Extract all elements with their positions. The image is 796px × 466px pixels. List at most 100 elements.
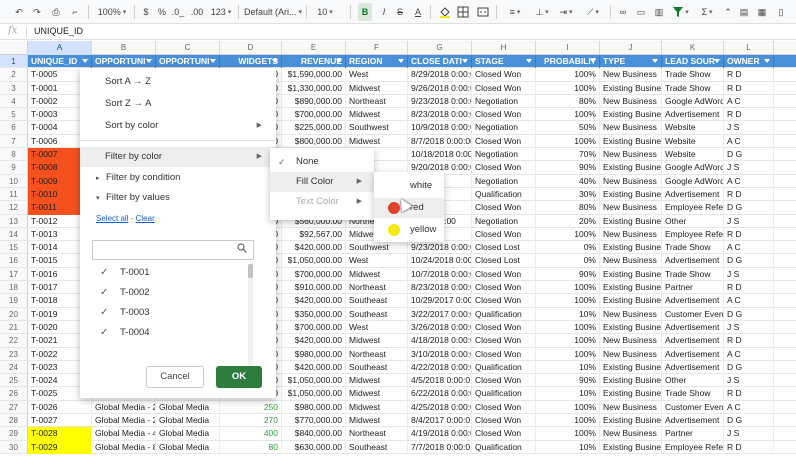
sort-by-color-item[interactable]: Sort by color ▶ <box>80 116 276 136</box>
table-cell[interactable]: 70% <box>536 148 600 162</box>
row-number[interactable]: 16 <box>0 254 28 268</box>
row-number[interactable]: 30 <box>0 440 28 454</box>
zoom-select[interactable]: 100% <box>94 3 130 21</box>
table-cell[interactable]: 100% <box>536 81 600 95</box>
text-rotation-icon[interactable]: ⟋ <box>582 3 604 21</box>
table-cell[interactable]: New Business <box>600 347 662 361</box>
table-cell[interactable]: Closed Lost <box>472 241 536 255</box>
table-cell[interactable]: Closed Won <box>472 68 536 82</box>
table-cell[interactable]: Advertisement <box>662 334 724 348</box>
table-cell[interactable]: $980,000.00 <box>282 347 346 361</box>
table-cell[interactable]: Negotiation <box>472 214 536 228</box>
table-cell[interactable]: Existing Busines <box>600 267 662 282</box>
table-cell[interactable]: New Business <box>600 227 662 242</box>
fill-color-icon[interactable] <box>438 3 452 21</box>
table-cell[interactable]: Advertisement <box>662 294 724 308</box>
table-cell[interactable]: 10% <box>536 440 600 454</box>
sort-z-a-item[interactable]: Sort Z → A <box>80 94 276 114</box>
sort-a-z-item[interactable]: Sort A → Z <box>80 72 276 92</box>
table-cell[interactable]: J S <box>724 121 774 135</box>
table-cell[interactable]: New Business <box>600 254 662 268</box>
row-number[interactable]: 14 <box>0 227 28 242</box>
column-letter[interactable]: F <box>346 41 408 55</box>
table-cell[interactable]: 250 <box>220 400 282 415</box>
table-cell[interactable]: 8/7/2018 0:00:00 <box>408 134 472 149</box>
table-cell[interactable]: Existing Busines <box>600 414 662 428</box>
table-cell[interactable]: Southeast <box>346 294 408 308</box>
borders-icon[interactable] <box>456 3 470 21</box>
table-cell[interactable]: 100% <box>536 427 600 441</box>
table-cell[interactable]: New Business <box>600 68 662 82</box>
table-cell[interactable]: 9/23/2018 0:00:0 <box>408 241 472 255</box>
column-letter[interactable]: J <box>600 41 662 55</box>
table-cell[interactable]: Advertisement <box>662 320 724 335</box>
table-cell[interactable]: Closed Won <box>472 427 536 441</box>
row-number[interactable]: 2 <box>0 68 28 82</box>
row-number[interactable]: 17 <box>0 267 28 282</box>
table-cell[interactable]: Qualification <box>472 187 536 202</box>
font-size-select[interactable]: 10 <box>314 3 336 21</box>
table-cell[interactable]: Partner <box>662 427 724 441</box>
table-cell[interactable]: Negotiation <box>472 121 536 135</box>
filter-value-item[interactable]: ✓ T-0002 <box>100 284 150 302</box>
table-cell[interactable]: R D <box>724 281 774 295</box>
table-cell[interactable]: T-0029 <box>28 440 92 454</box>
table-cell[interactable]: Negotiation <box>472 174 536 188</box>
table-cell[interactable]: New Business <box>600 400 662 415</box>
table-cell[interactable]: Closed Won <box>472 267 536 282</box>
table-cell[interactable]: Trade Show <box>662 267 724 282</box>
table-cell[interactable]: Closed Won <box>472 414 536 428</box>
table-cell[interactable]: Closed Won <box>472 281 536 295</box>
print-icon[interactable]: ⎙ <box>48 3 64 21</box>
horizontal-align-icon[interactable]: ≡ <box>504 3 526 21</box>
row-number[interactable]: 5 <box>0 108 28 122</box>
table-cell[interactable]: West <box>346 68 408 82</box>
table-cell[interactable]: Existing Busines <box>600 440 662 454</box>
table-cell[interactable]: 8/23/2018 0:00:0 <box>408 108 472 122</box>
table-cell[interactable]: 80% <box>536 94 600 109</box>
table-cell[interactable]: Southeast <box>346 440 408 454</box>
side-panel-icon[interactable]: ▯ <box>774 3 788 21</box>
table-cell[interactable]: Existing Busines <box>600 134 662 149</box>
table-cell[interactable]: 20% <box>536 214 600 228</box>
filter-value-item[interactable]: ✓ T-0004 <box>100 324 150 342</box>
percent-button[interactable]: % <box>156 3 168 21</box>
table-cell[interactable]: 4/19/2018 0:00:0 <box>408 427 472 441</box>
row-number[interactable]: 29 <box>0 427 28 441</box>
table-cell[interactable]: $225,000.00 <box>282 121 346 135</box>
table-cell[interactable]: Closed Won <box>472 108 536 122</box>
table-cell[interactable]: Advertisement <box>662 414 724 428</box>
table-cell[interactable]: New Business <box>600 94 662 109</box>
table-cell[interactable]: Global Media - 4 <box>92 427 156 441</box>
table-cell[interactable]: 100% <box>536 227 600 242</box>
table-cell[interactable]: New Business <box>600 121 662 135</box>
table-cell[interactable]: R D <box>724 81 774 95</box>
table-cell[interactable]: Southeast <box>346 360 408 375</box>
table-cell[interactable]: $420,000.00 <box>282 294 346 308</box>
table-cell[interactable]: Advertisement <box>662 187 724 202</box>
table-cell[interactable]: Website <box>662 148 724 162</box>
table-cell[interactable]: 10% <box>536 360 600 375</box>
table-cell[interactable]: $980,000.00 <box>282 400 346 415</box>
table-cell[interactable]: Qualification <box>472 360 536 375</box>
table-cell[interactable]: Existing Busines <box>600 281 662 295</box>
table-cell[interactable]: 100% <box>536 334 600 348</box>
row-number[interactable]: 6 <box>0 121 28 135</box>
table-cell[interactable]: New Business <box>600 427 662 441</box>
table-cell[interactable]: R D <box>724 187 774 202</box>
row-number[interactable]: 13 <box>0 214 28 228</box>
filter-values-search[interactable] <box>92 240 254 260</box>
table-cell[interactable]: T-0027 <box>28 414 92 428</box>
table-cell[interactable]: Closed Won <box>472 347 536 361</box>
table-cell[interactable]: Midwest <box>346 81 408 95</box>
table-cell[interactable]: J S <box>724 320 774 335</box>
select-all-corner[interactable] <box>0 41 28 55</box>
table-cell[interactable]: Midwest <box>346 374 408 388</box>
table-cell[interactable]: $420,000.00 <box>282 334 346 348</box>
table-cell[interactable]: Closed Won <box>472 374 536 388</box>
table-cell[interactable]: 9/23/2018 0:00:0 <box>408 94 472 109</box>
row-number[interactable]: 10 <box>0 174 28 188</box>
table-cell[interactable]: Existing Busines <box>600 294 662 308</box>
row-number[interactable]: 21 <box>0 320 28 335</box>
undo-icon[interactable]: ↶ <box>12 3 26 21</box>
